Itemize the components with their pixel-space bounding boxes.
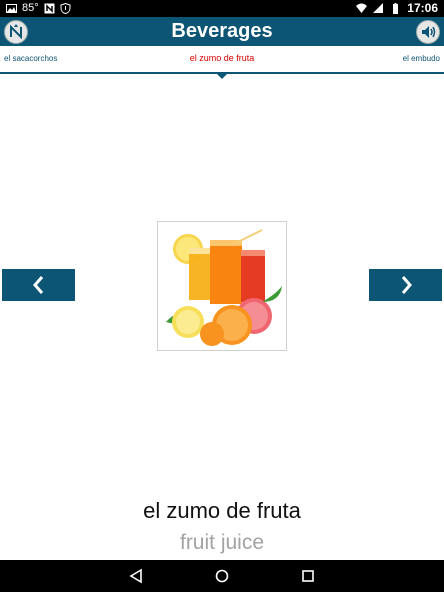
battery-icon [393,2,399,14]
page-title: Beverages [171,20,273,42]
chevron-left-icon [32,276,43,294]
home-icon[interactable] [214,568,230,584]
system-navigation-bar [0,560,444,592]
next-word-link[interactable]: el embudo [403,54,440,63]
back-icon[interactable] [128,568,144,584]
chevron-right-icon [401,276,412,294]
speaker-icon[interactable] [416,20,440,44]
app-bar: Beverages [0,17,444,46]
previous-button[interactable] [2,269,75,301]
signal-icon [373,2,384,13]
next-button[interactable] [369,269,442,301]
temperature-text: 85° [22,2,39,14]
word-navigation: el sacacorchos el zumo de fruta el embud… [0,46,444,79]
app-notification-icon [44,3,55,13]
status-left: 85° [6,2,71,14]
photo-icon [6,3,17,13]
shield-alert-icon [60,2,71,14]
wifi-icon [356,3,368,13]
clock-text: 17:06 [407,1,438,15]
vocabulary-translation: fruit juice [179,531,265,554]
current-word-label: el zumo de fruta [189,53,255,63]
status-bar: 85° 17:06 [0,0,444,17]
vocabulary-word: el zumo de fruta [143,498,301,523]
current-word-pointer [216,73,228,79]
status-right: 17:06 [356,1,438,15]
fruit-juice-image [157,221,287,351]
recents-icon[interactable] [300,568,316,584]
